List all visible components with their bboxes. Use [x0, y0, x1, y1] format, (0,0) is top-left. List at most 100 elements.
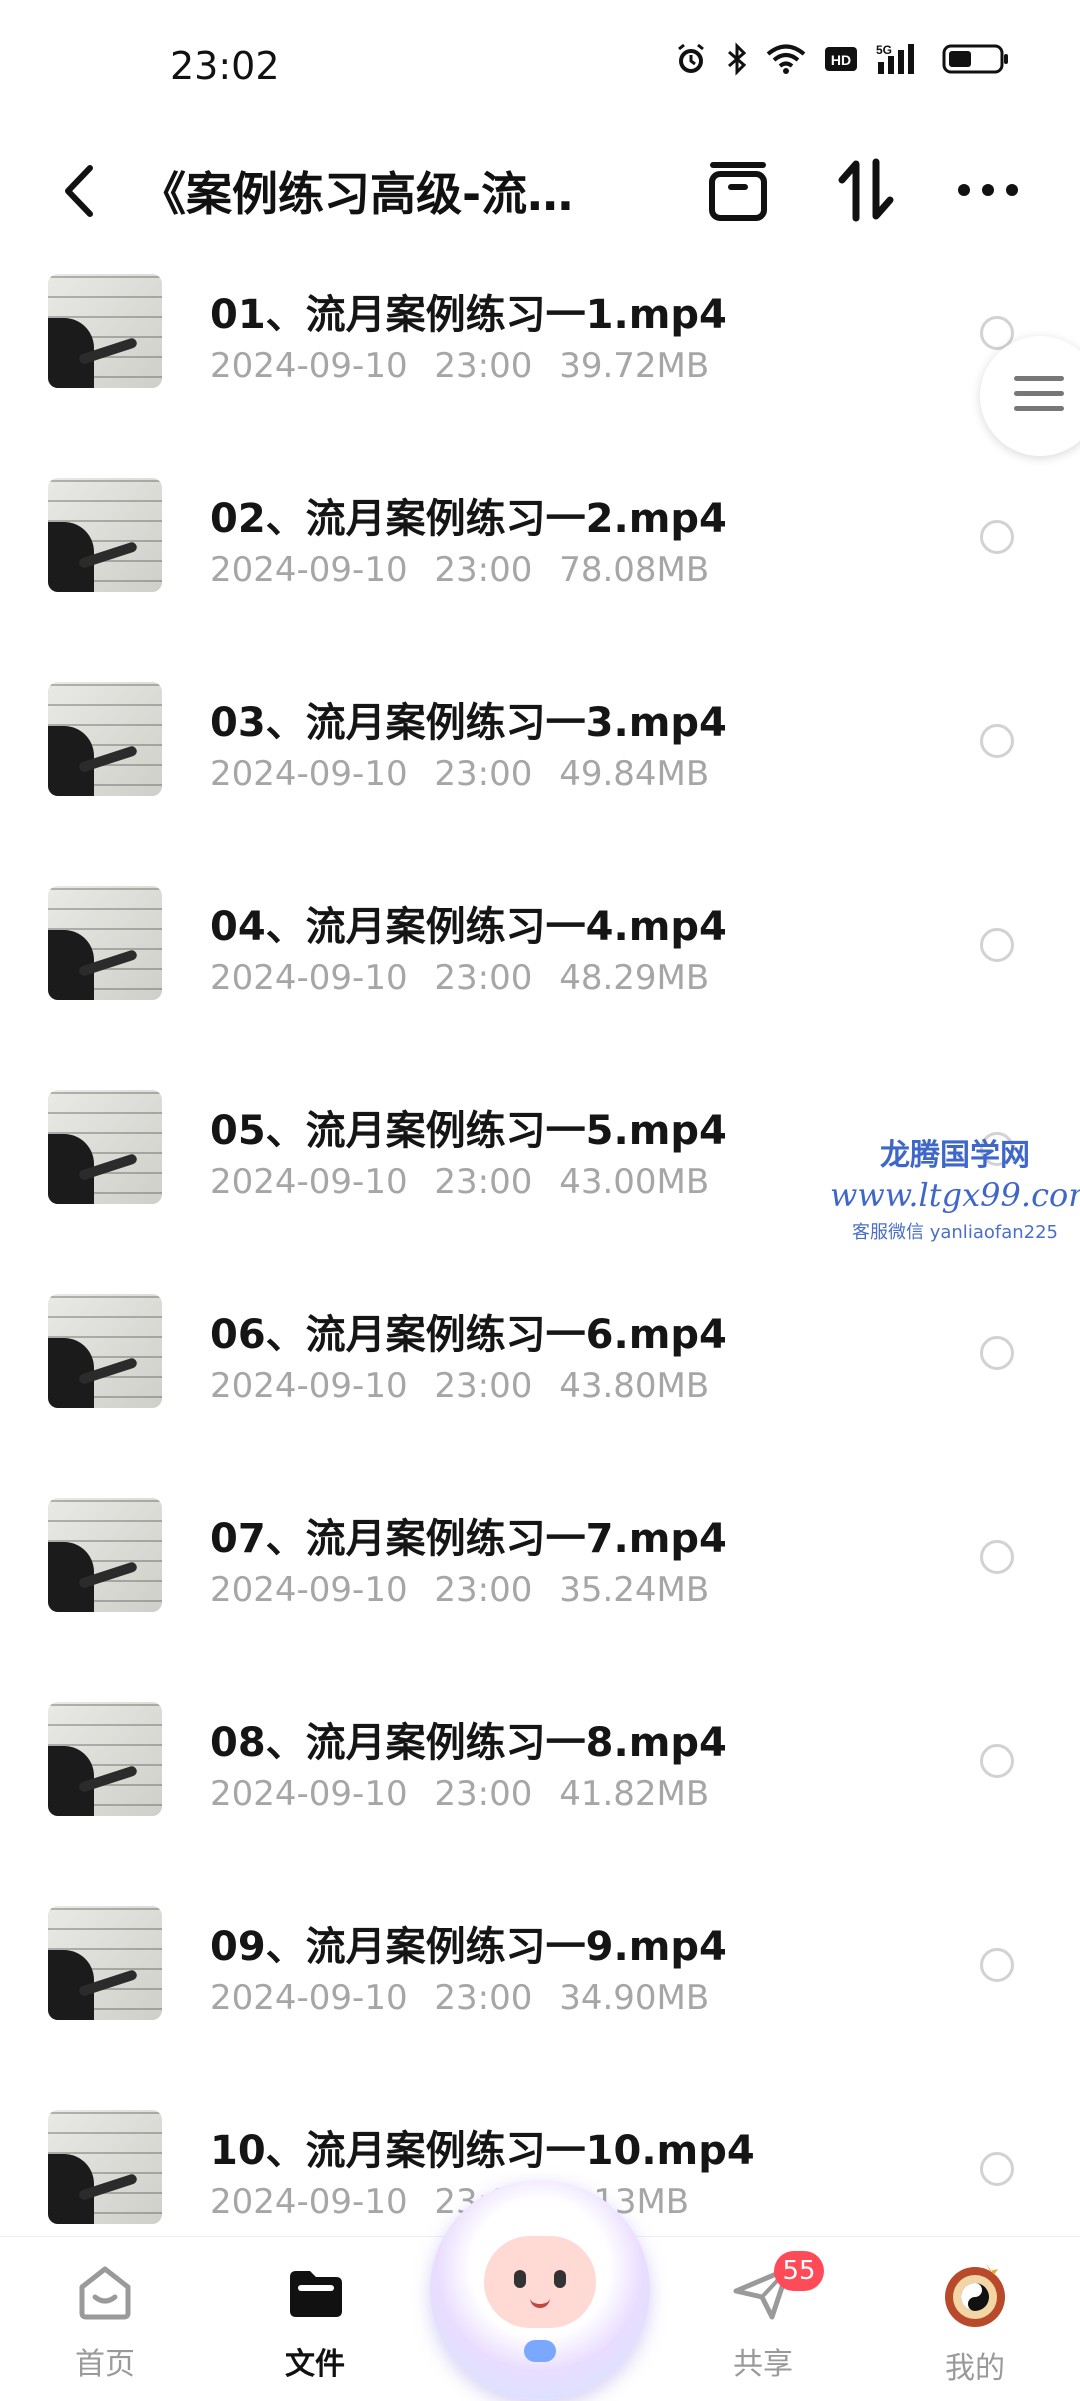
select-radio[interactable] [980, 1948, 1014, 1982]
file-size: 78.08MB [559, 550, 710, 590]
status-time: 23:02 [170, 44, 280, 88]
file-row[interactable]: 04、流月案例练习一4.mp4 2024-09-10 23:00 48.29MB [0, 874, 1080, 1078]
watermark-contact: 客服微信 yanliaofan225 [852, 1222, 1058, 1243]
video-thumbnail[interactable] [48, 1498, 162, 1612]
battery-icon [942, 44, 1008, 74]
file-date: 2024-09-10 [210, 754, 408, 794]
file-size: 49.84MB [559, 754, 710, 794]
file-meta: 2024-09-10 23:00 43.00MB [210, 1162, 709, 1202]
video-thumbnail[interactable] [48, 478, 162, 592]
file-row[interactable]: 01、流月案例练习一1.mp4 2024-09-10 23:00 39.72MB [0, 262, 1080, 466]
file-time: 23:00 [434, 958, 533, 998]
select-radio[interactable] [980, 1540, 1014, 1574]
watermark-title: 龙腾国学网 [880, 1138, 1030, 1173]
nav-home[interactable]: 首页 [40, 2257, 170, 2383]
file-list: 01、流月案例练习一1.mp4 2024-09-10 23:00 39.72MB… [0, 262, 1080, 2302]
file-date: 2024-09-10 [210, 1978, 408, 2018]
svg-text:5G: 5G [876, 43, 892, 57]
hd-icon: HD [825, 47, 857, 71]
file-date: 2024-09-10 [210, 550, 408, 590]
file-date: 2024-09-10 [210, 1570, 408, 1610]
file-meta: 2024-09-10 23:00 34.90MB [210, 1978, 709, 2018]
file-date: 2024-09-10 [210, 1162, 408, 1202]
watermark: 龙腾国学网 www.ltgx99.com 客服微信 yanliaofan225 [830, 1130, 1080, 1244]
avatar-icon [945, 2263, 1005, 2327]
file-row[interactable]: 06、流月案例练习一6.mp4 2024-09-10 23:00 43.80MB [0, 1282, 1080, 1486]
assistant-mascot-button[interactable] [430, 2180, 650, 2400]
file-size: 34.90MB [559, 1978, 710, 2018]
watermark-url: www.ltgx99.com [830, 1176, 1080, 1214]
mascot-face [484, 2236, 596, 2328]
video-thumbnail[interactable] [48, 1294, 162, 1408]
file-size: 41.82MB [559, 1774, 710, 1814]
5g-signal-icon: 5G [876, 43, 914, 74]
alarm-icon [678, 43, 704, 73]
file-row[interactable]: 09、流月案例练习一9.mp4 2024-09-10 23:00 34.90MB [0, 1894, 1080, 2098]
file-date: 2024-09-10 [210, 2182, 408, 2222]
nav-files-label: 文件 [285, 2347, 345, 2382]
file-name: 10、流月案例练习一10.mp4 [210, 2128, 755, 2174]
file-time: 23:00 [434, 1570, 533, 1610]
wifi-icon [766, 44, 806, 74]
hamburger-icon [1014, 376, 1064, 421]
home-icon [79, 2266, 131, 2320]
video-thumbnail[interactable] [48, 274, 162, 388]
video-thumbnail[interactable] [48, 1906, 162, 2020]
nav-mine[interactable]: 我的 [910, 2257, 1040, 2387]
file-meta: 2024-09-10 23:00 41.82MB [210, 1774, 709, 1814]
more-icon[interactable] [950, 152, 1026, 228]
file-meta: 2024-09-10 23:00 39.72MB [210, 346, 709, 386]
file-size: 48.29MB [559, 958, 710, 998]
file-meta: 2024-09-10 23:00 78.08MB [210, 550, 709, 590]
file-time: 23:00 [434, 1978, 533, 2018]
file-meta: 2024-09-10 23:00 49.84MB [210, 754, 709, 794]
page-title: 《案例练习高级-流… [140, 167, 574, 221]
folder-icon [290, 2271, 342, 2317]
file-time: 23:00 [434, 1774, 533, 1814]
select-radio[interactable] [980, 724, 1014, 758]
file-row[interactable]: 02、流月案例练习一2.mp4 2024-09-10 23:00 78.08MB [0, 466, 1080, 670]
nav-share[interactable]: 55 共享 [698, 2251, 828, 2383]
file-size: 43.00MB [559, 1162, 710, 1202]
select-radio[interactable] [980, 2152, 1014, 2186]
back-icon[interactable] [50, 156, 110, 226]
bluetooth-icon [728, 42, 747, 76]
status-bar: 23:02 HD 5G [0, 0, 1080, 130]
svg-text:HD: HD [831, 52, 851, 68]
sort-icon[interactable] [828, 152, 904, 228]
header-bar: 《案例练习高级-流… [0, 130, 1080, 260]
file-name: 02、流月案例练习一2.mp4 [210, 496, 727, 542]
file-date: 2024-09-10 [210, 346, 408, 386]
select-radio[interactable] [980, 928, 1014, 962]
file-date: 2024-09-10 [210, 1366, 408, 1406]
archive-box-icon[interactable] [700, 152, 776, 228]
file-row[interactable]: 03、流月案例练习一3.mp4 2024-09-10 23:00 49.84MB [0, 670, 1080, 874]
file-row[interactable]: 07、流月案例练习一7.mp4 2024-09-10 23:00 35.24MB [0, 1486, 1080, 1690]
file-size: 35.24MB [559, 1570, 710, 1610]
file-time: 23:00 [434, 346, 533, 386]
file-size: 39.72MB [559, 346, 710, 386]
video-thumbnail[interactable] [48, 682, 162, 796]
file-size: 43.80MB [559, 1366, 710, 1406]
file-name: 08、流月案例练习一8.mp4 [210, 1720, 727, 1766]
file-name: 01、流月案例练习一1.mp4 [210, 292, 727, 338]
file-time: 23:00 [434, 754, 533, 794]
nav-mine-label: 我的 [945, 2351, 1005, 2386]
file-row[interactable]: 08、流月案例练习一8.mp4 2024-09-10 23:00 41.82MB [0, 1690, 1080, 1894]
nav-home-label: 首页 [75, 2347, 135, 2382]
video-thumbnail[interactable] [48, 1702, 162, 1816]
file-name: 04、流月案例练习一4.mp4 [210, 904, 727, 950]
file-time: 23:00 [434, 1366, 533, 1406]
select-radio[interactable] [980, 520, 1014, 554]
video-thumbnail[interactable] [48, 2110, 162, 2224]
video-thumbnail[interactable] [48, 1090, 162, 1204]
status-icons: HD 5G [674, 42, 1010, 76]
file-meta: 2024-09-10 23:00 43.80MB [210, 1366, 709, 1406]
select-radio[interactable] [980, 1336, 1014, 1370]
file-meta: 2024-09-10 23:00 48.29MB [210, 958, 709, 998]
nav-files[interactable]: 文件 [250, 2257, 380, 2383]
file-name: 05、流月案例练习一5.mp4 [210, 1108, 727, 1154]
video-thumbnail[interactable] [48, 886, 162, 1000]
select-radio[interactable] [980, 1744, 1014, 1778]
file-meta: 2024-09-10 23:00 35.24MB [210, 1570, 709, 1610]
